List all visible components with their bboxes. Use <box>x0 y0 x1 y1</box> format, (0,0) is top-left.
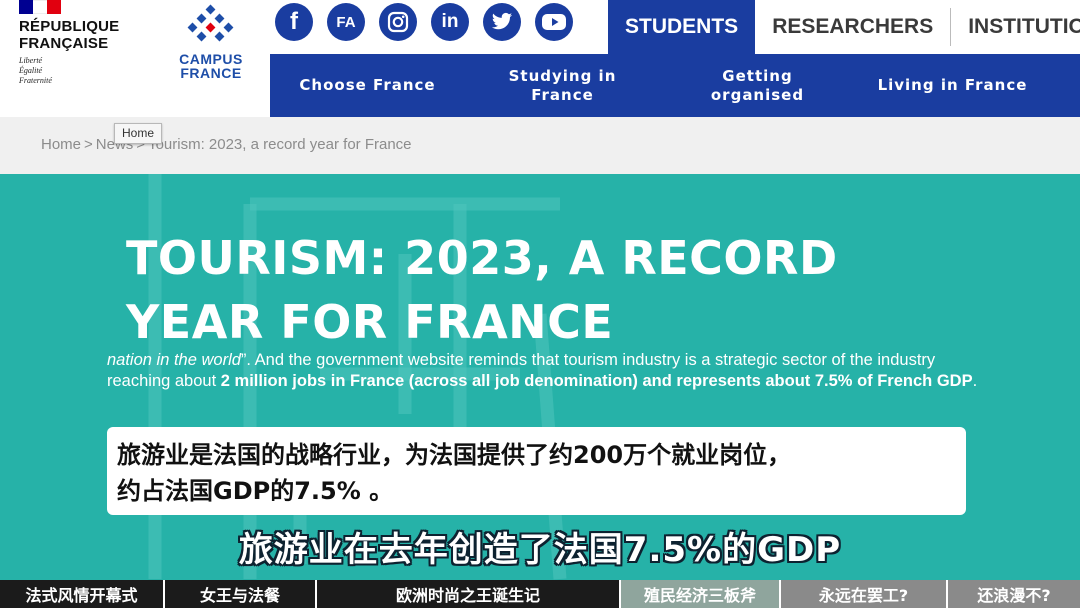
fa-icon[interactable]: FA <box>327 3 365 41</box>
chapter-item[interactable]: 女王与法餐 <box>165 580 317 608</box>
chapter-item[interactable]: 还浪漫不? <box>948 580 1080 608</box>
chapter-item-current[interactable]: 殖民经济三板斧 <box>621 580 781 608</box>
excerpt-bold: 2 million jobs in France (across all job… <box>220 372 973 390</box>
excerpt-italic: nation in the world <box>107 351 241 369</box>
tab-institutions[interactable]: INSTITUTIO <box>951 0 1080 54</box>
breadcrumb-home[interactable]: Home <box>41 136 81 153</box>
republique-title: RÉPUBLIQUE FRANÇAISE <box>19 18 120 52</box>
nav-living-in-france[interactable]: Living in France <box>855 54 1050 117</box>
campus-france-mark-icon <box>187 4 234 46</box>
campus-france-name: CAMPUS FRANCE <box>179 51 243 81</box>
home-tooltip: Home <box>114 123 163 144</box>
breadcrumb: Home > News > Tourism: 2023, a record year f… <box>41 136 412 153</box>
linkedin-icon[interactable]: in <box>431 3 469 41</box>
nav-getting-organised[interactable]: Getting organised <box>660 54 855 117</box>
tab-researchers[interactable]: RESEARCHERS <box>755 0 950 54</box>
main-navigation: Choose France Studying in France Getting… <box>270 54 1080 117</box>
article-title: TOURISM: 2023, A RECORD YEAR FOR FRANCE <box>126 231 838 349</box>
nav-choose-france[interactable]: Choose France <box>270 54 465 117</box>
video-caption: 旅游业在去年创造了法国7.5%的GDP <box>238 530 842 570</box>
audience-tabs: STUDENTS RESEARCHERS INSTITUTIO <box>608 0 1080 54</box>
tab-students[interactable]: STUDENTS <box>608 0 756 54</box>
article-hero: TOURISM: 2023, A RECORD YEAR FOR FRANCE … <box>0 174 1080 580</box>
social-links: f FA in <box>275 3 573 41</box>
nav-studying-in-france[interactable]: Studying in France <box>465 54 660 117</box>
youtube-icon[interactable] <box>535 3 573 41</box>
article-excerpt: nation in the world”. And the government… <box>107 350 987 392</box>
subtitle-box-text: 旅游业是法国的战略行业，为法国提供了约200万个就业岗位， 约占法国GDP的7.… <box>117 441 792 505</box>
chapter-bar: 法式风情开幕式 女王与法餐 欧洲时尚之王诞生记 殖民经济三板斧 永远在罢工? 还… <box>0 580 1080 608</box>
chapter-item[interactable]: 永远在罢工? <box>781 580 948 608</box>
site-header: RÉPUBLIQUE FRANÇAISE Liberté Égalité Fra… <box>0 0 1080 117</box>
facebook-icon[interactable]: f <box>275 3 313 41</box>
campus-france-logo[interactable]: CAMPUS FRANCE <box>172 4 250 86</box>
republique-motto: Liberté Égalité Fraternité <box>19 56 52 85</box>
instagram-icon[interactable] <box>379 3 417 41</box>
chapter-item[interactable]: 法式风情开幕式 <box>0 580 165 608</box>
republique-francaise-logo[interactable]: RÉPUBLIQUE FRANÇAISE Liberté Égalité Fra… <box>19 0 139 100</box>
chapter-item[interactable]: 欧洲时尚之王诞生记 <box>317 580 621 608</box>
twitter-icon[interactable] <box>483 3 521 41</box>
excerpt-end: . <box>972 372 978 390</box>
breadcrumb-separator: > <box>84 136 93 153</box>
subtitle-box: 旅游业是法国的战略行业，为法国提供了约200万个就业岗位， 约占法国GDP的7.… <box>107 427 966 515</box>
breadcrumb-current: Tourism: 2023, a record year for France <box>148 136 412 153</box>
french-flag-icon <box>19 0 61 14</box>
